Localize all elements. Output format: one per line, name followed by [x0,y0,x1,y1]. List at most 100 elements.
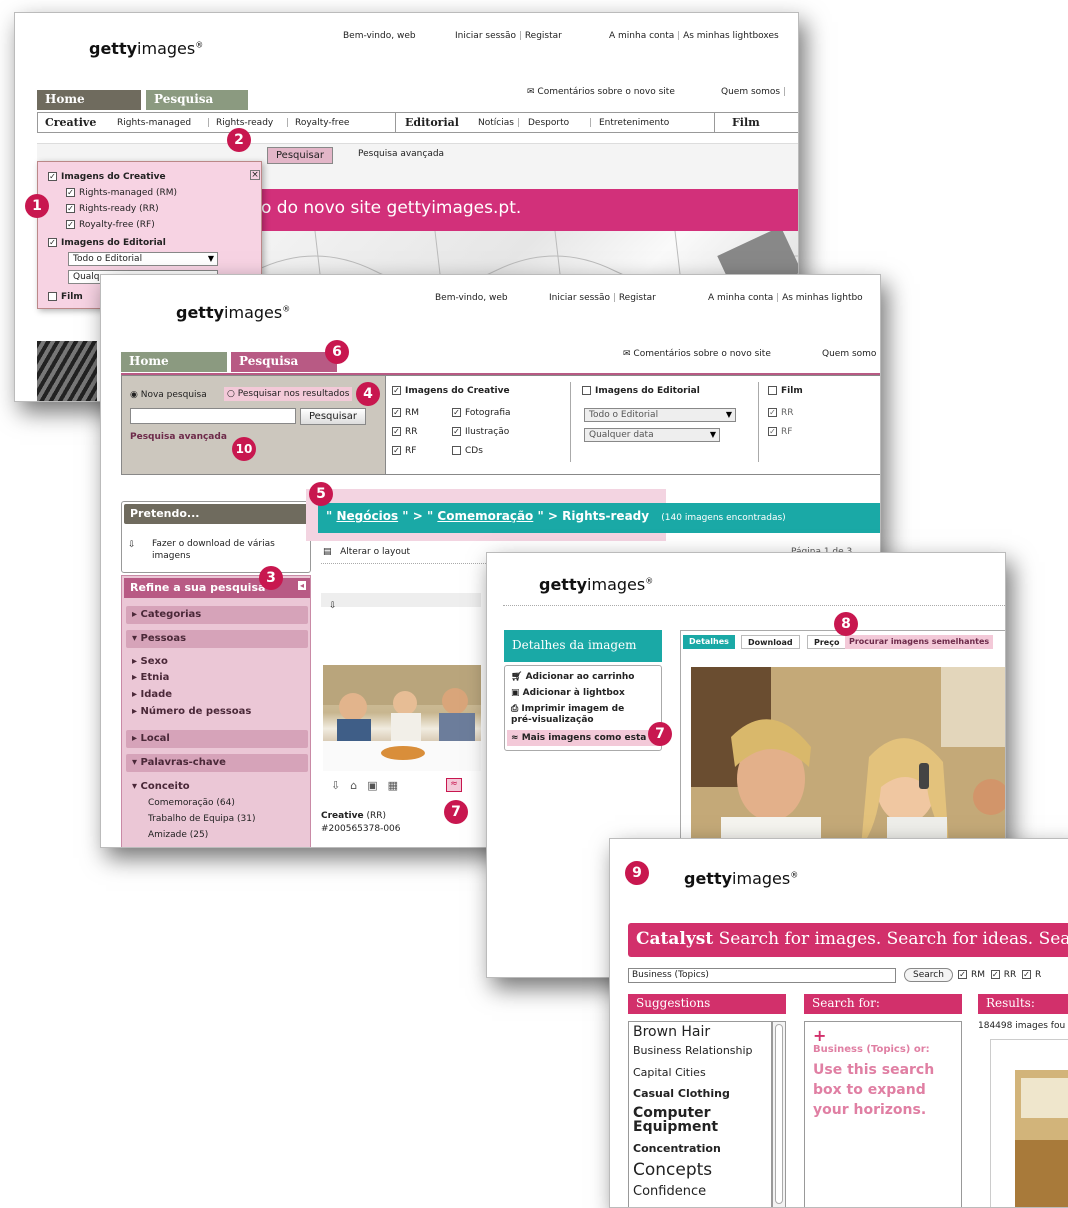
plus-icon[interactable]: + [813,1026,826,1045]
cds-checkbox[interactable] [452,446,461,455]
advanced-search-link[interactable]: Pesquisa avançada [130,432,227,442]
crumb-business[interactable]: Negócios [336,509,398,523]
search-button[interactable]: Pesquisar [300,408,366,425]
search-input[interactable] [130,408,296,424]
register-link[interactable]: Registar [525,31,562,41]
add-to-lightbox-link[interactable]: Adicionar à lightbox [523,688,625,698]
suggestion-item[interactable]: Capital Cities [633,1066,706,1079]
similar-images-icon[interactable]: ≈ [446,778,462,792]
editorial-select[interactable]: Todo o Editorial ▼ [68,252,218,266]
nav-royalty-free[interactable]: Royalty-free [295,118,349,128]
gettyimages-logo[interactable]: gettyimages® [89,39,203,58]
nav-rights-ready[interactable]: Rights-ready [216,118,273,128]
nav-sport[interactable]: Desporto [528,118,569,128]
filter-concept[interactable]: ▾ Conceito [132,781,190,792]
filter-num-people[interactable]: ▸ Número de pessoas [132,706,251,717]
r-checkbox[interactable]: ✓ [1022,970,1032,979]
nav-film[interactable]: Film [732,116,760,129]
creative-checkbox[interactable]: ✓ [392,386,401,395]
tab-home[interactable]: Home [121,352,227,372]
illustration-checkbox[interactable]: ✓ [452,427,461,436]
filter-keywords[interactable]: ▾ Palavras-chave [126,754,308,772]
filter-sex[interactable]: ▸ Sexo [132,656,168,667]
tab-price[interactable]: Preço [807,635,847,649]
rf-checkbox[interactable]: ✓ [66,220,75,229]
filter-people[interactable]: ▾ Pessoas [126,630,308,648]
rm-checkbox[interactable]: ✓ [66,188,75,197]
collapse-icon[interactable]: ◂ [297,581,306,590]
keyword-celebration[interactable]: Comemoração (64) [148,798,235,808]
catalyst-search-button[interactable]: Search [904,968,953,982]
lightboxes-link[interactable]: As minhas lightbo [782,293,863,303]
keyword-teamwork[interactable]: Trabalho de Equipa (31) [148,814,255,824]
suggestion-item[interactable]: Computer Equipment [633,1106,733,1134]
feedback-link[interactable]: Comentários sobre o novo site [537,87,674,97]
login-link[interactable]: Iniciar sessão [455,31,516,41]
tab-details[interactable]: Detalhes [683,635,735,649]
register-link[interactable]: Registar [619,293,656,303]
account-link[interactable]: A minha conta [609,31,674,41]
tab-home[interactable]: Home [37,90,141,110]
result-thumbnail[interactable] [323,665,481,771]
search-for-box[interactable]: + Business (Topics) or: Use this search … [804,1021,962,1207]
tab-search[interactable]: Pesquisa [146,90,248,110]
thumbnail-actions[interactable]: ⇩⌂▣▦ [331,779,408,792]
catalyst-result-thumb[interactable] [990,1039,1068,1207]
gettyimages-logo[interactable]: gettyimages® [539,575,653,594]
about-link[interactable]: Quem somo [822,349,876,359]
crumb-celebration[interactable]: Comemoração [437,509,533,523]
editorial-checkbox[interactable]: ✓ [48,238,57,247]
promo-banner[interactable]: o do novo site gettyimages.pt. [255,189,798,231]
nav-entertainment[interactable]: Entretenimento [599,118,669,128]
print-preview-link[interactable]: Imprimir imagem de pré-visualização [511,704,624,725]
search-button[interactable]: Pesquisar [267,147,333,164]
creative-checkbox[interactable]: ✓ [48,172,57,181]
keyword-friendship[interactable]: Amizade (25) [148,830,208,840]
suggestion-item[interactable]: Casual Clothing [633,1087,730,1100]
filter-place[interactable]: ▸ Local [126,730,308,748]
suggestion-item[interactable]: Confidence [633,1184,706,1199]
date-select[interactable]: Qualquer data ▼ [584,428,720,442]
lightboxes-link[interactable]: As minhas lightboxes [683,31,779,41]
add-to-cart-link[interactable]: Adicionar ao carrinho [526,672,635,682]
rm-checkbox[interactable]: ✓ [958,970,967,979]
advanced-search-link[interactable]: Pesquisa avançada [358,149,444,159]
rr-checkbox[interactable]: ✓ [392,427,401,436]
suggestion-item[interactable]: Concepts [633,1160,712,1180]
film-rr-checkbox[interactable]: ✓ [768,408,777,417]
film-checkbox[interactable] [768,386,777,395]
filter-icon[interactable]: ⇩ [329,601,337,611]
editorial-select[interactable]: Todo o Editorial ▼ [584,408,736,422]
gettyimages-logo[interactable]: gettyimages® [684,869,798,888]
rr-checkbox[interactable]: ✓ [66,204,75,213]
film-checkbox[interactable] [48,292,57,301]
close-icon[interactable]: × [250,170,260,180]
gettyimages-logo[interactable]: gettyimages® [176,303,290,322]
film-rf-checkbox[interactable]: ✓ [768,427,777,436]
radio-new-search[interactable]: ◉ [130,390,138,400]
nav-creative[interactable]: Creative [45,116,96,129]
suggestion-item[interactable]: Brown Hair [633,1024,710,1040]
suggestions-scrollbar[interactable] [772,1021,786,1207]
suggestion-item[interactable]: Concentration [633,1142,721,1155]
rm-checkbox[interactable]: ✓ [392,408,401,417]
feedback-link[interactable]: Comentários sobre o novo site [633,349,770,359]
nav-news[interactable]: Notícias [478,118,514,128]
photo-checkbox[interactable]: ✓ [452,408,461,417]
rr-checkbox[interactable]: ✓ [990,970,1000,979]
more-like-this-link[interactable]: Mais imagens como esta [522,733,647,743]
filter-categories[interactable]: ▸ Categorias [126,606,308,624]
nav-editorial[interactable]: Editorial [405,116,459,129]
nav-rights-managed[interactable]: Rights-managed [117,118,191,128]
filter-ethnicity[interactable]: ▸ Etnia [132,672,169,683]
tab-search[interactable]: Pesquisa [231,352,337,372]
account-link[interactable]: A minha conta [708,293,773,303]
tab-download[interactable]: Download [741,635,800,649]
catalyst-search-input[interactable]: Business (Topics) [628,968,896,983]
about-link[interactable]: Quem somos [721,87,780,97]
editorial-checkbox[interactable] [582,386,591,395]
filter-age[interactable]: ▸ Idade [132,689,172,700]
download-multiple-link[interactable]: Fazer o download de várias imagens [152,538,302,562]
radio-search-results[interactable]: ○ [227,389,235,399]
rf-checkbox[interactable]: ✓ [392,446,401,455]
